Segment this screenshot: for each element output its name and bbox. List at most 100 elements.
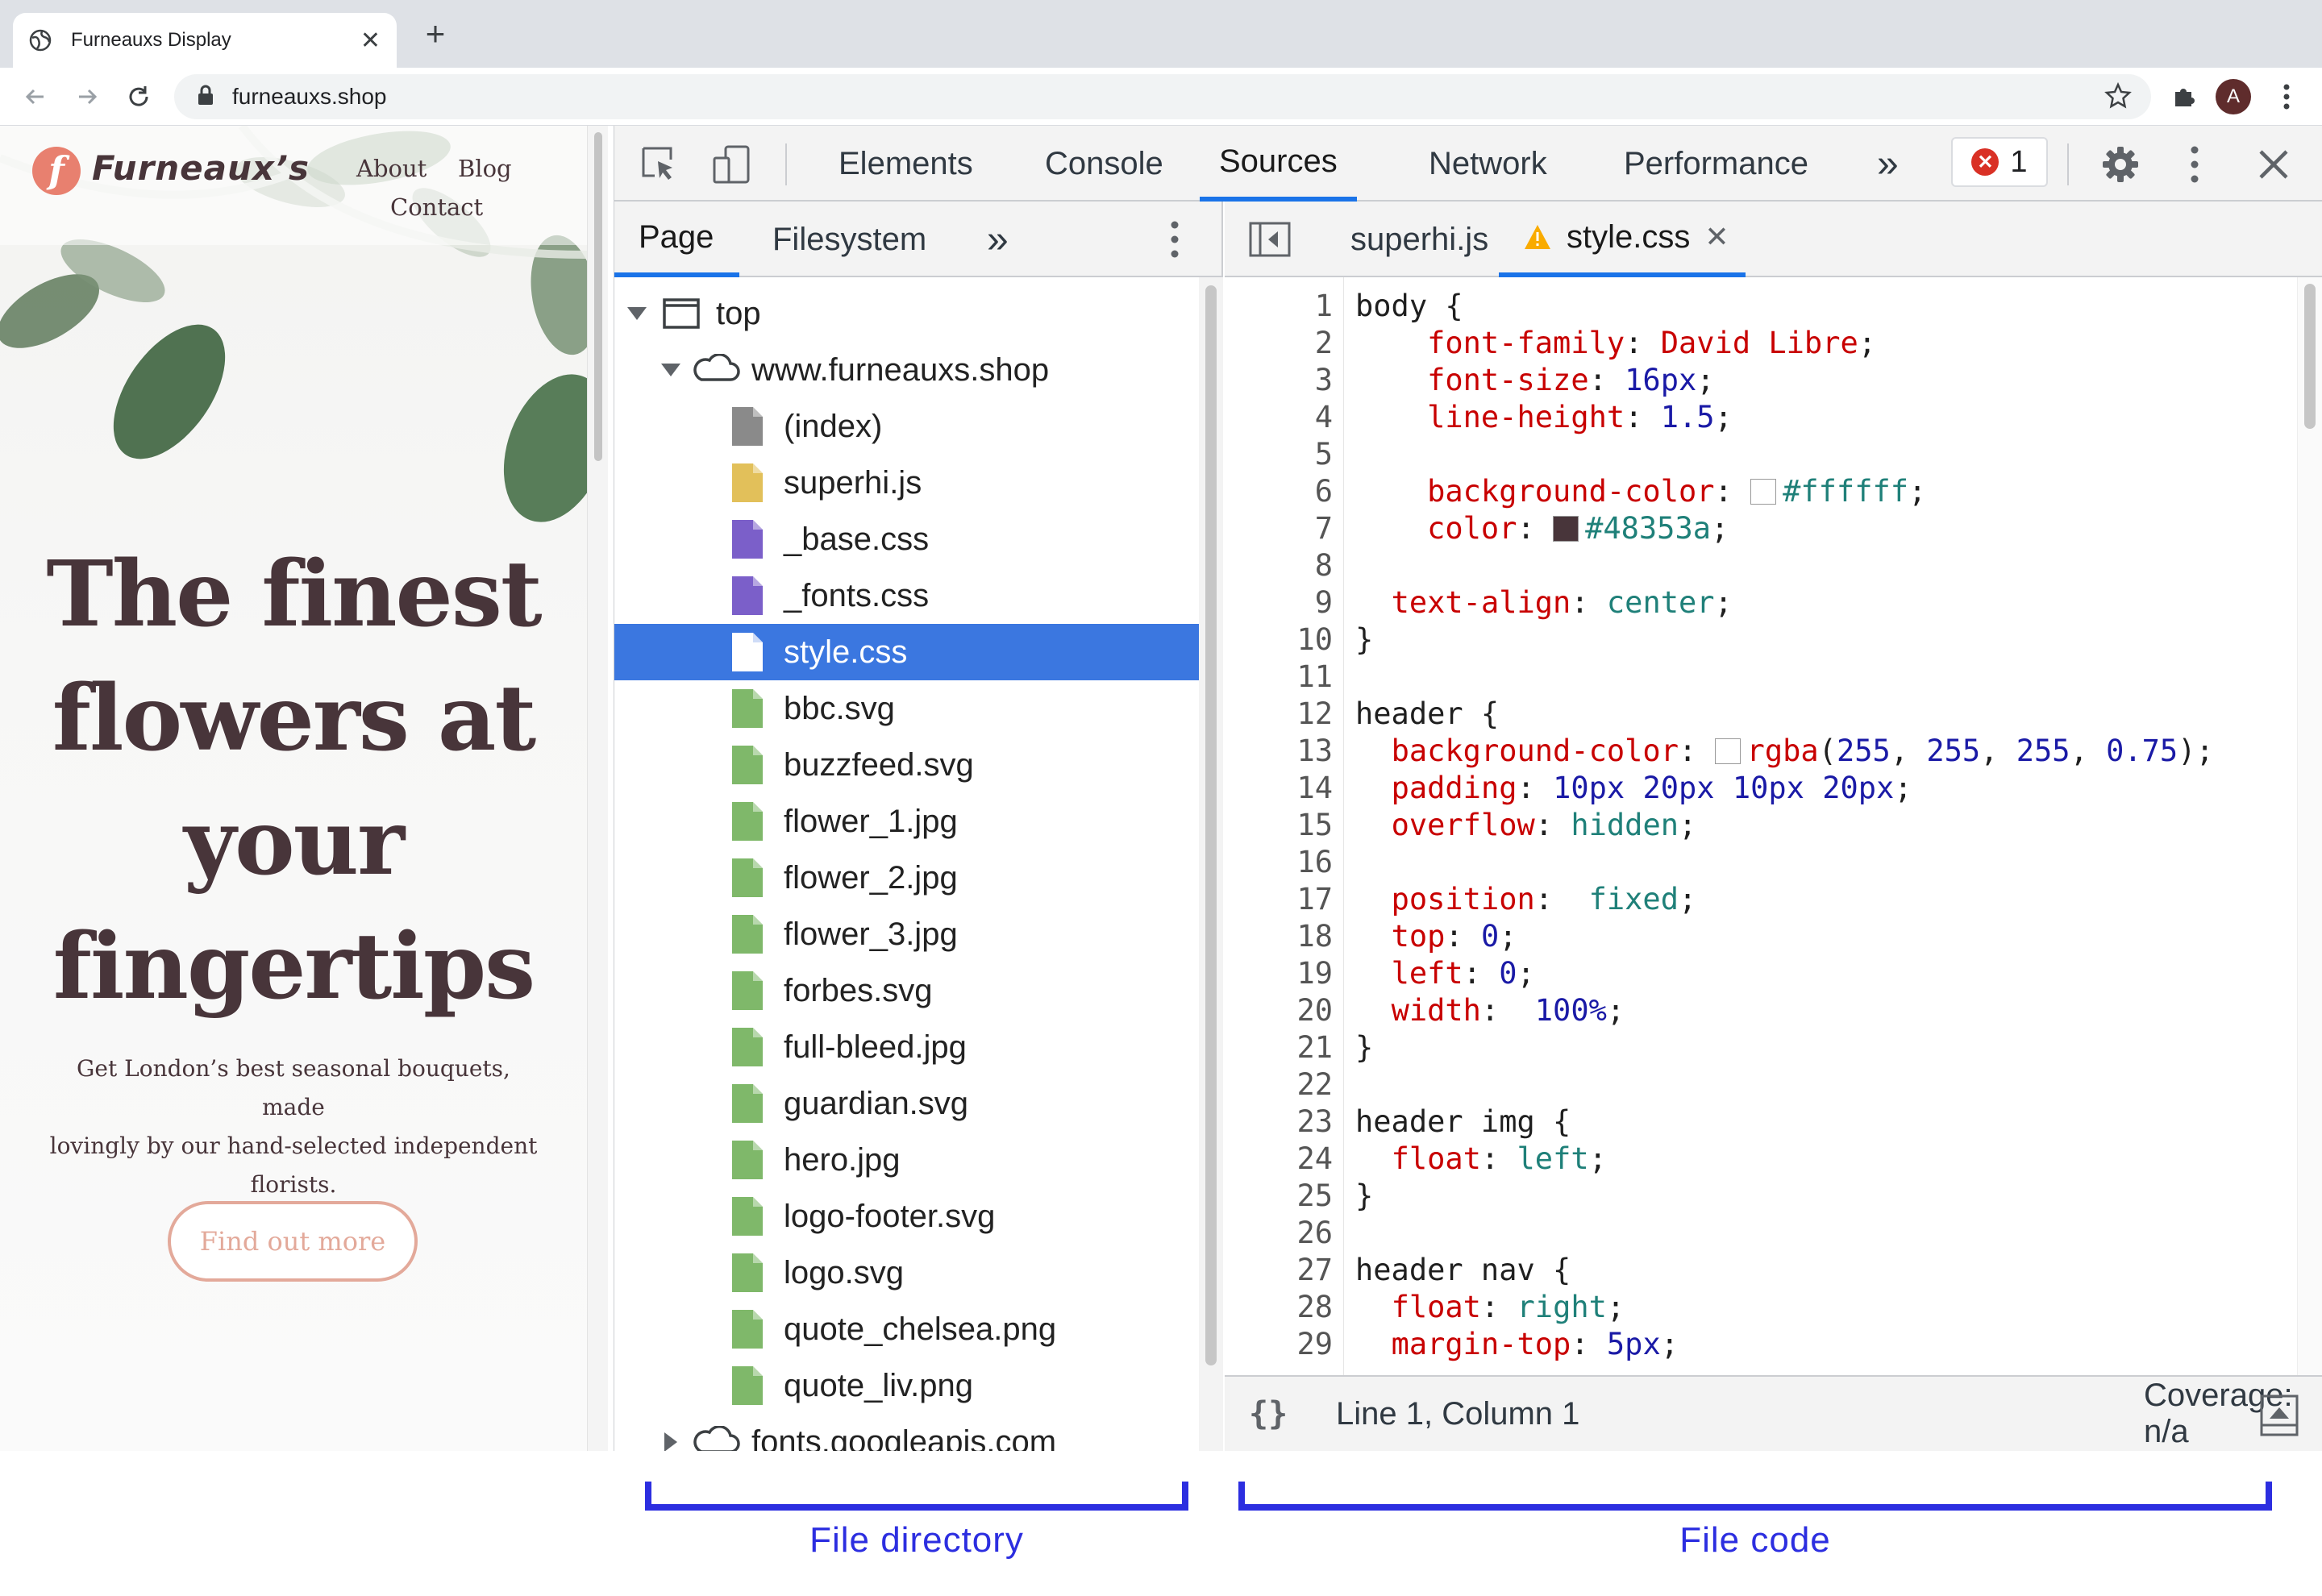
tree-item-label: guardian.svg	[784, 1085, 969, 1121]
hero-title-line: The finest	[46, 542, 542, 647]
star-icon[interactable]	[2104, 81, 2132, 114]
tree-file-item[interactable]: logo-footer.svg	[614, 1188, 1199, 1245]
code-area[interactable]: 1 body {2 font-family: David Libre; 3 font…	[1225, 277, 2322, 1375]
tree-file-item[interactable]: style.css	[614, 624, 1199, 680]
code-token: :	[1517, 771, 1554, 805]
code-text: background-color: rgba(255, 255, 255, 0.…	[1355, 734, 2214, 768]
tree-domain-collapsed[interactable]: fonts.googleapis.com	[614, 1414, 1199, 1451]
code-token: float	[1391, 1141, 1481, 1176]
close-editor-tab-icon[interactable]: ✕	[1704, 220, 1729, 254]
browser-tab[interactable]: Furneauxs Display ✕	[13, 13, 397, 68]
tree-file-item[interactable]: quote_chelsea.png	[614, 1301, 1199, 1357]
tree-file-item[interactable]: hero.jpg	[614, 1132, 1199, 1188]
tab-network[interactable]: Network	[1429, 126, 1547, 202]
code-token: 0.75	[2106, 734, 2178, 768]
color-swatch[interactable]	[1750, 479, 1777, 505]
tab-console[interactable]: Console	[1045, 126, 1163, 202]
device-toolbar-icon[interactable]	[710, 142, 755, 187]
code-token: margin-top	[1391, 1327, 1571, 1361]
tree-item-label: fonts.googleapis.com	[751, 1424, 1057, 1452]
extensions-icon[interactable]	[2166, 79, 2201, 114]
website-scrollbar-thumb[interactable]	[594, 132, 602, 461]
file-icon	[730, 744, 764, 786]
tree-file-item[interactable]: flower_1.jpg	[614, 793, 1199, 850]
tree-file-item[interactable]: bbc.svg	[614, 680, 1199, 737]
code-token: }	[1355, 622, 1374, 657]
tab-elements[interactable]: Elements	[838, 126, 973, 202]
more-navigator-tabs-icon[interactable]: »	[987, 202, 1009, 277]
more-tabs-chevron-icon[interactable]: »	[1877, 126, 1899, 202]
tree-file-item[interactable]: buzzfeed.svg	[614, 737, 1199, 793]
nav-link-blog[interactable]: Blog	[458, 155, 512, 182]
code-line: 25}	[1225, 1178, 2322, 1216]
editor-tab-superhi-js[interactable]: superhi.js	[1330, 202, 1509, 277]
new-tab-button[interactable]: +	[418, 16, 453, 52]
code-token: background-color	[1391, 734, 1679, 768]
nav-link-about[interactable]: About	[356, 155, 427, 182]
file-tree-scrollbar[interactable]	[1199, 277, 1223, 1451]
tree-file-item[interactable]: _base.css	[614, 511, 1199, 567]
tree-file-item[interactable]: full-bleed.jpg	[614, 1019, 1199, 1075]
file-icon	[730, 970, 764, 1012]
toggle-drawer-icon[interactable]	[2260, 1394, 2299, 1436]
avatar[interactable]: A	[2216, 79, 2251, 114]
color-swatch[interactable]	[1714, 738, 1741, 764]
find-out-more-button[interactable]: Find out more	[168, 1201, 418, 1282]
code-text: }	[1355, 1030, 1373, 1065]
line-number: 8	[1314, 548, 1333, 583]
tree-frame-top[interactable]: top	[614, 285, 1199, 342]
pretty-print-icon[interactable]: {}	[1249, 1395, 1288, 1432]
forward-arrow-icon[interactable]	[69, 79, 105, 114]
tree-file-item[interactable]: (index)	[614, 398, 1199, 455]
devtools-menu-icon[interactable]	[2178, 142, 2211, 187]
close-tab-icon[interactable]: ✕	[360, 27, 381, 55]
file-tree-scrollbar-thumb[interactable]	[1205, 285, 1217, 1365]
address-bar[interactable]: furneauxs.shop	[174, 74, 2151, 119]
tree-item-label: flower_3.jpg	[784, 916, 958, 952]
toggle-navigator-icon[interactable]	[1249, 202, 1291, 277]
reload-icon[interactable]	[121, 79, 156, 114]
tree-file-item[interactable]: superhi.js	[614, 455, 1199, 511]
file-icon	[730, 1139, 764, 1181]
logo-mark[interactable]: f	[32, 147, 81, 195]
browser-menu-icon[interactable]	[2270, 79, 2303, 114]
tab-page[interactable]: Page	[614, 202, 740, 277]
tree-file-item[interactable]: guardian.svg	[614, 1075, 1199, 1132]
code-scrollbar-thumb[interactable]	[2304, 284, 2316, 429]
tree-file-item[interactable]: quote_liv.png	[614, 1357, 1199, 1414]
tree-file-item[interactable]: _fonts.css	[614, 567, 1199, 624]
expand-triangle-right-icon[interactable]	[664, 1432, 677, 1451]
tree-file-item[interactable]: forbes.svg	[614, 962, 1199, 1019]
code-line: 11	[1225, 659, 2322, 696]
code-token: ;	[1679, 882, 1697, 916]
tree-item-label: quote_chelsea.png	[784, 1311, 1057, 1347]
code-scrollbar[interactable]	[2297, 277, 2322, 1375]
code-token: (	[1818, 734, 1837, 768]
website-scrollbar[interactable]	[587, 126, 608, 1451]
editor-tab-style-css[interactable]: style.css ✕	[1499, 202, 1746, 277]
code-token: ,	[1980, 734, 2016, 768]
color-swatch[interactable]	[1553, 516, 1579, 542]
panel-divider[interactable]	[608, 126, 614, 1451]
tree-domain[interactable]: www.furneauxs.shop	[614, 342, 1199, 398]
tab-sources[interactable]: Sources	[1200, 126, 1357, 202]
inspect-element-icon[interactable]	[637, 142, 682, 187]
code-token: background-color	[1427, 474, 1715, 509]
tab-filesystem[interactable]: Filesystem	[772, 202, 926, 277]
code-line: 4 line-height: 1.5;	[1225, 400, 2322, 437]
tree-file-item[interactable]: flower_3.jpg	[614, 906, 1199, 962]
tree-file-item[interactable]: logo.svg	[614, 1245, 1199, 1301]
expand-triangle-down-icon[interactable]	[627, 307, 647, 320]
gear-icon[interactable]	[2098, 142, 2143, 187]
error-count-badge[interactable]: ✕ 1	[1951, 137, 2048, 187]
close-devtools-icon[interactable]	[2251, 142, 2296, 187]
logo-text[interactable]: Furneaux’s	[92, 148, 310, 188]
nav-link-contact[interactable]: Contact	[390, 193, 483, 221]
tree-file-item[interactable]: flower_2.jpg	[614, 850, 1199, 906]
back-arrow-icon[interactable]	[18, 79, 53, 114]
navigator-menu-icon[interactable]	[1171, 202, 1179, 277]
tab-performance[interactable]: Performance	[1624, 126, 1808, 202]
expand-triangle-down-icon[interactable]	[661, 364, 680, 376]
